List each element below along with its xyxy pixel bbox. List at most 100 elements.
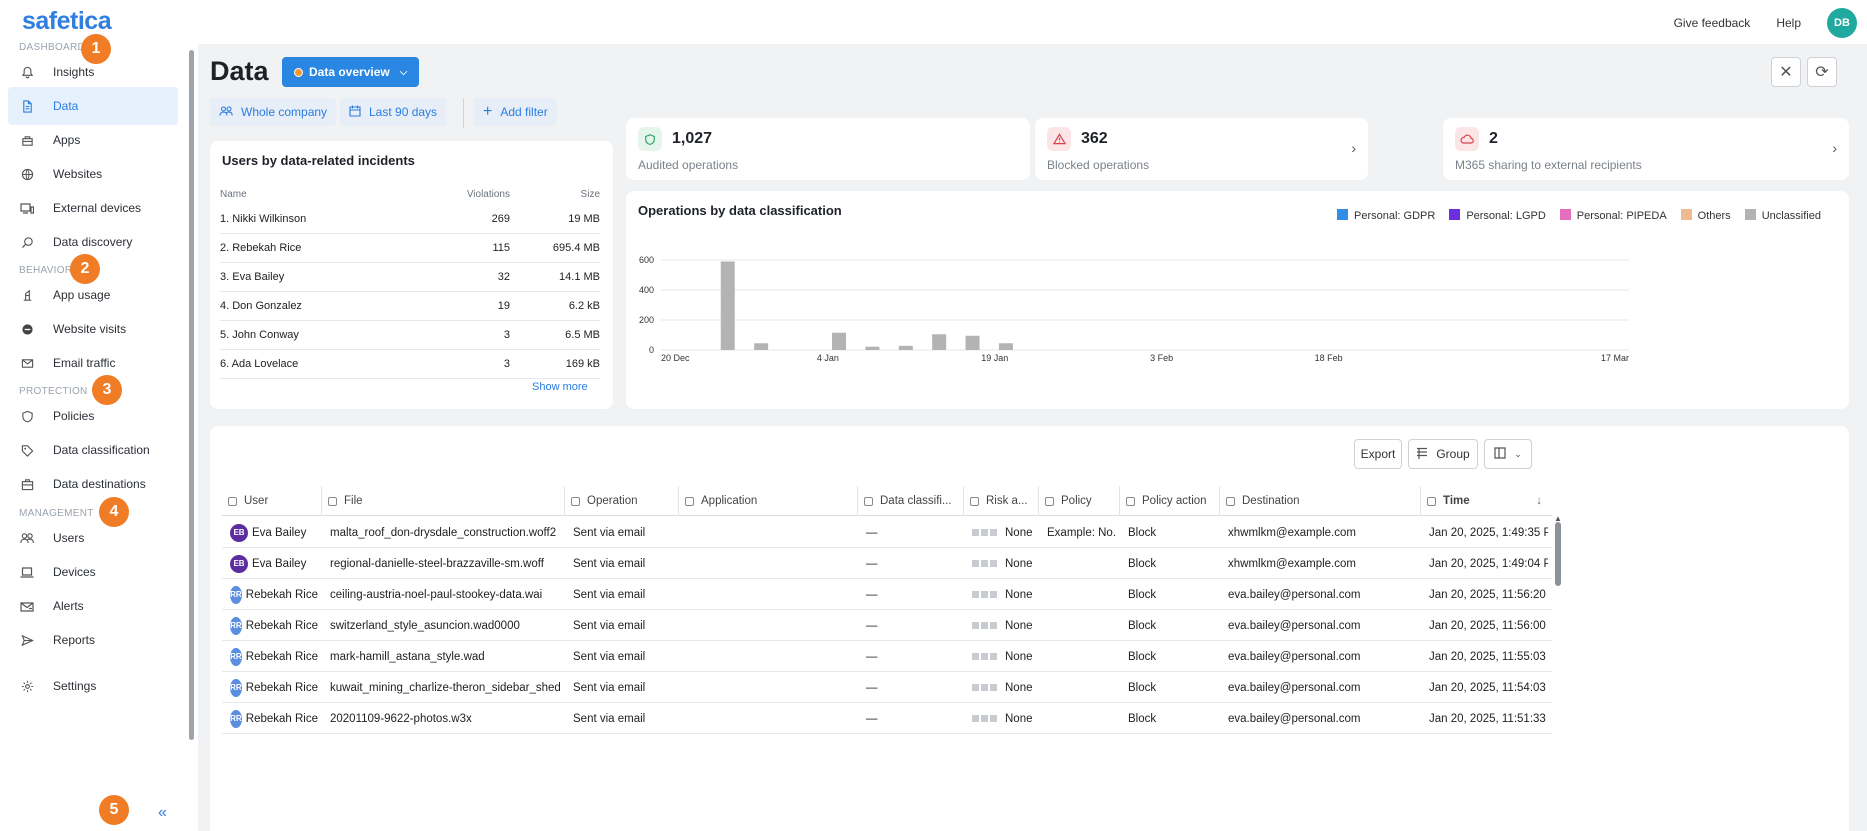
risk-meter-icon (972, 560, 997, 567)
table-row[interactable]: EB Eva Bailey malta_roof_don-drysdale_cons… (222, 517, 1552, 548)
close-button[interactable]: ✕ (1771, 57, 1801, 87)
help-link[interactable]: Help (1776, 16, 1801, 30)
chart-bar (898, 345, 913, 350)
operation-icon (571, 496, 580, 506)
chevron-down-icon: ⌵ (399, 66, 408, 78)
table-row[interactable]: RR Rebekah Rice 20201109-9622-photos.w3x Se… (222, 703, 1552, 734)
destination: eva.bailey@personal.com (1228, 650, 1361, 663)
column-header[interactable]: Data classifi... (858, 486, 964, 516)
collapse-sidebar-icon[interactable]: « (158, 804, 167, 822)
column-header[interactable]: User (222, 486, 322, 516)
filter-last-90-days[interactable]: Last 90 days (340, 98, 447, 126)
sidebar-item-devices[interactable]: Devices (8, 553, 178, 591)
destination-cell: eva.bailey@personal.com (1228, 672, 1417, 703)
x-tick-label: 17 Mar (1601, 353, 1629, 363)
classification: — (866, 557, 878, 570)
export-button[interactable]: Export (1354, 439, 1402, 469)
sidebar-item-websites[interactable]: Websites (8, 155, 178, 193)
violations-count: 3 (503, 358, 510, 370)
scrollbar-thumb[interactable] (1555, 522, 1561, 586)
table-row[interactable]: RR Rebekah Rice ceiling-austria-noel-paul-… (222, 579, 1552, 610)
column-header: Violations (466, 188, 510, 200)
column-header[interactable]: Operation (565, 486, 679, 516)
column-label: File (344, 495, 363, 507)
policy-cell (1047, 610, 1116, 641)
file-name: kuwait_mining_charlize-theron_sidebar_sh… (330, 681, 561, 694)
user-name: Rebekah Rice (245, 588, 318, 601)
user-avatar[interactable]: DB (1827, 8, 1857, 38)
data-overview-dropdown[interactable]: Data overview ⌵ (282, 57, 420, 87)
column-label: Policy (1061, 495, 1092, 507)
sidebar-item-website-visits[interactable]: Website visits (8, 310, 178, 348)
sidebar-item-data-discovery[interactable]: Data discovery (8, 223, 178, 261)
table-row[interactable]: RR Rebekah Rice mark-hamill_astana_style.w… (222, 641, 1552, 672)
table-row[interactable]: RR Rebekah Rice kuwait_mining_charlize-the… (222, 672, 1552, 703)
y-tick-label: 600 (639, 255, 654, 265)
table-row[interactable]: RR Rebekah Rice switzerland_style_asuncion… (222, 610, 1552, 641)
sidebar-item-users[interactable]: Users (8, 519, 178, 557)
refresh-button[interactable]: ⟳ (1807, 57, 1837, 87)
safetica-logo[interactable]: safetica (22, 7, 112, 36)
sidebar-scrollbar[interactable] (189, 50, 194, 740)
plus-icon: + (483, 103, 493, 120)
sort-desc-icon[interactable]: ↓ (1536, 495, 1542, 507)
column-header[interactable]: Risk a... (964, 486, 1039, 516)
table-row[interactable]: 1. Nikki Wilkinson 269 19 MB (220, 205, 600, 234)
sidebar-item-external-devices[interactable]: External devices (8, 189, 178, 227)
destination-icon (20, 477, 34, 491)
add-filter-button[interactable]: + Add filter (474, 98, 557, 126)
sidebar-item-app-usage[interactable]: App usage (8, 276, 178, 314)
risk-level: None (1005, 557, 1033, 570)
sidebar-item-email-traffic[interactable]: Email traffic (8, 344, 178, 382)
sidebar-item-data-destinations[interactable]: Data destinations (8, 465, 178, 503)
sidebar-item-reports[interactable]: Reports (8, 621, 178, 659)
sidebar-item-data[interactable]: Data (8, 87, 178, 125)
table-row[interactable]: 5. John Conway 3 6.5 MB (220, 321, 600, 350)
give-feedback-link[interactable]: Give feedback (1674, 16, 1751, 30)
tag-icon (864, 496, 873, 506)
table-row[interactable]: EB Eva Bailey regional-danielle-steel-braz… (222, 548, 1552, 579)
column-header[interactable]: File (322, 486, 565, 516)
kpi-m365-sharing[interactable]: 2 M365 sharing to external recipients › (1443, 118, 1849, 180)
destination: xhwmlkm@example.com (1228, 526, 1356, 539)
user-cell: RR Rebekah Rice (230, 610, 318, 641)
time: Jan 20, 2025, 11:51:33 AM (1429, 712, 1548, 725)
column-header[interactable]: Destination (1220, 486, 1421, 516)
operation: Sent via email (573, 526, 646, 539)
sidebar-item-label: Insights (53, 65, 95, 79)
group-button[interactable]: Group (1408, 439, 1478, 469)
sidebar-item-policies[interactable]: Policies (8, 397, 178, 435)
users-table: Name Violations Size 1. Nikki Wilkinson 2… (220, 183, 600, 379)
sidebar-item-data-classification[interactable]: Data classification (8, 431, 178, 469)
column-header[interactable]: Policy (1039, 486, 1120, 516)
policy-cell (1047, 703, 1116, 734)
policy: Example: No... (1047, 526, 1116, 539)
column-header[interactable]: Policy action (1120, 486, 1220, 516)
sidebar-item-settings[interactable]: Settings (8, 667, 178, 705)
table-scrollbar[interactable]: ▲ (1554, 514, 1562, 712)
destination: xhwmlkm@example.com (1228, 557, 1356, 570)
column-header[interactable]: Time ↓ (1421, 486, 1552, 516)
time-cell: Jan 20, 2025, 1:49:04 PM (1429, 548, 1548, 579)
table-row[interactable]: 3. Eva Bailey 32 14.1 MB (220, 263, 600, 292)
kpi-blocked-operations[interactable]: 362 Blocked operations › (1035, 118, 1368, 180)
columns-button[interactable]: ⌄ (1484, 439, 1532, 469)
violations-count: 3 (503, 329, 510, 341)
table-row[interactable]: 4. Don Gonzalez 19 6.2 kB (220, 292, 600, 321)
column-label: Risk a... (986, 495, 1028, 507)
table-row[interactable]: 2. Rebekah Rice 115 695.4 MB (220, 234, 600, 263)
classification-cell: — (866, 517, 960, 548)
user-name: 4. Don Gonzalez (220, 300, 302, 312)
policy-icon (1045, 496, 1054, 506)
table-row[interactable]: 6. Ada Lovelace 3 169 kB (220, 350, 600, 379)
time-cell: Jan 20, 2025, 11:56:00 ... (1429, 610, 1548, 641)
sidebar-item-alerts[interactable]: Alerts (8, 587, 178, 625)
kpi-audited-operations[interactable]: 1,027 Audited operations (626, 118, 1030, 180)
sidebar-item-insights[interactable]: Insights (8, 53, 178, 91)
column-header[interactable]: Application (679, 486, 858, 516)
show-more-link[interactable]: Show more (532, 381, 588, 393)
time: Jan 20, 2025, 11:56:20 A... (1429, 588, 1548, 601)
sidebar-item-apps[interactable]: Apps (8, 121, 178, 159)
warning-icon (1047, 127, 1071, 151)
filter-whole-company[interactable]: Whole company (210, 98, 337, 126)
